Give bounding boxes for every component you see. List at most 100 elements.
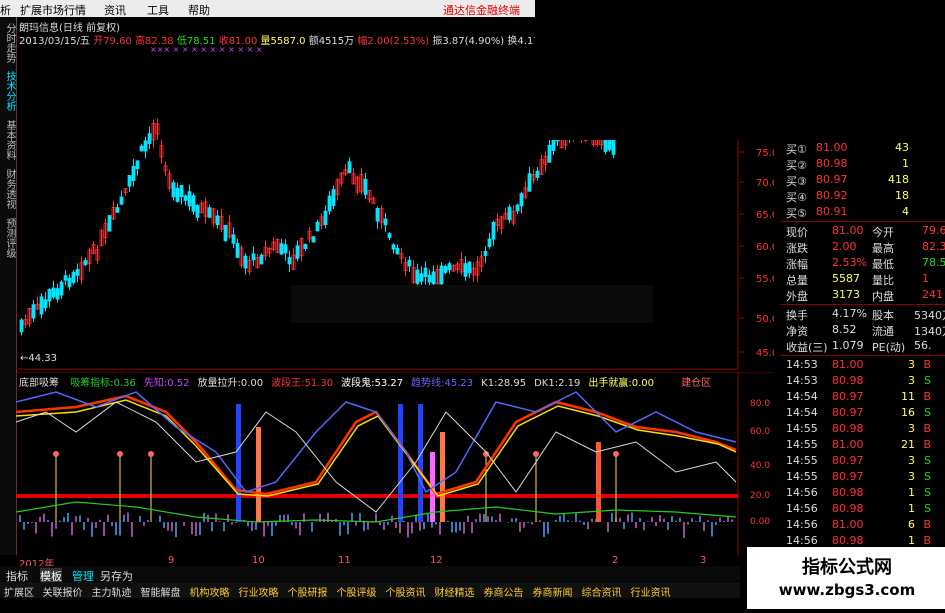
tick-price: 81.00 — [832, 438, 864, 451]
stat-label: 外盘 — [786, 290, 808, 303]
menu-item-tools[interactable]: 工具 — [147, 2, 169, 18]
indicator-axis-label: 40.0 — [750, 461, 770, 471]
bid-price: 80.98 — [816, 157, 848, 170]
tick-row: 14:55 80.98 3 B — [780, 421, 945, 437]
bid-label: 买⑤ — [786, 207, 807, 220]
tick-price: 80.98 — [832, 502, 864, 515]
tick-side: S — [924, 374, 931, 387]
tick-price: 81.00 — [832, 518, 864, 531]
signal-bar — [418, 404, 423, 522]
bottom-tab-13[interactable]: 行业资讯 — [631, 584, 671, 599]
price-axis-label: 45.00 — [756, 348, 774, 359]
fund-label-2: PE(动) — [872, 341, 906, 354]
tick-side: B — [923, 534, 931, 547]
tick-volume: 3 — [908, 358, 915, 371]
menu-item-analysis[interactable]: 析 — [0, 2, 11, 18]
month-label-12: 12 — [430, 555, 443, 566]
tick-row: 14:54 80.97 11 B — [780, 389, 945, 405]
tick-volume: 11 — [901, 390, 915, 403]
bottom-tab-12[interactable]: 综合资讯 — [582, 584, 622, 599]
tick-time: 14:55 — [786, 470, 818, 483]
threshold-line — [16, 494, 738, 498]
stat-value: 2.53% — [832, 256, 867, 269]
tick-price: 80.98 — [832, 422, 864, 435]
stat-label-2: 最低 — [872, 258, 894, 271]
stat-value-2: 79.6 — [922, 224, 945, 237]
tick-volume: 3 — [908, 422, 915, 435]
tab-technical[interactable]: 技术分析 — [1, 71, 15, 111]
bottom-tab-1[interactable]: 关联报价 — [43, 584, 83, 599]
bottom-tab-10[interactable]: 券商公告 — [484, 584, 524, 599]
tick-volume: 21 — [901, 438, 915, 451]
bottom-tab-6[interactable]: 个股研报 — [288, 584, 328, 599]
bid-qty: 418 — [888, 173, 909, 186]
tick-price: 80.98 — [832, 374, 864, 387]
fund-row: 换手 4.17% 股本 5340万 — [780, 306, 945, 322]
fund-label: 换手 — [786, 309, 808, 322]
tick-row: 14:55 81.00 21 B — [780, 437, 945, 453]
bottom-tab-9[interactable]: 财经精选 — [435, 584, 475, 599]
tab-fundamentals[interactable]: 基本资料 — [1, 120, 15, 160]
fund-value-2: 5340万 — [914, 309, 945, 322]
tick-side: B — [923, 422, 931, 435]
tick-time: 14:56 — [786, 518, 818, 531]
tick-volume: 6 — [908, 518, 915, 531]
tick-time: 14:56 — [786, 534, 818, 547]
fund-row: 净资 8.52 流通 1340万 — [780, 322, 945, 338]
bid-row: 买⑤ 80.91 4 — [780, 204, 945, 220]
bottom-tab-8[interactable]: 个股资讯 — [386, 584, 426, 599]
tab-forecast[interactable]: 预测评级 — [1, 218, 15, 258]
signal-bar — [596, 442, 601, 522]
stat-label: 总量 — [786, 274, 808, 287]
tick-row: 14:54 80.97 16 S — [780, 405, 945, 421]
tick-price: 80.97 — [832, 390, 864, 403]
tick-side: S — [924, 502, 931, 515]
marker-icon — [117, 451, 123, 457]
tick-side: S — [924, 470, 931, 483]
stat-label-2: 今开 — [872, 226, 894, 239]
tick-side: B — [923, 438, 931, 451]
divider — [780, 304, 945, 305]
menu-item-news[interactable]: 资讯 — [104, 2, 126, 18]
stat-row: 总量 5587 量比 1 — [780, 271, 945, 287]
bottom-tab-11[interactable]: 券商新闻 — [533, 584, 573, 599]
bottom-tab-4[interactable]: 机构攻略 — [190, 584, 230, 599]
fund-value: 8.52 — [832, 323, 857, 336]
tick-side: S — [924, 406, 931, 419]
menu-item-help[interactable]: 帮助 — [188, 2, 210, 18]
bottom-tab-0[interactable]: 扩展区 — [4, 584, 34, 599]
tick-side: S — [924, 454, 931, 467]
signal-bar — [398, 404, 403, 522]
stat-value: 5587 — [832, 272, 860, 285]
bottom-tab-7[interactable]: 个股评级 — [337, 584, 377, 599]
tick-volume: 1 — [908, 534, 915, 547]
stat-value: 2.00 — [832, 240, 857, 253]
bottom-tab-3[interactable]: 智能解盘 — [141, 584, 181, 599]
month-label-9: 9 — [168, 555, 175, 566]
month-label-11: 11 — [338, 555, 351, 566]
bid-row: 买① 81.00 43 — [780, 140, 945, 156]
bid-qty: 4 — [902, 205, 909, 218]
stat-row: 外盘 3173 内盘 241 — [780, 287, 945, 303]
marker-icon — [613, 451, 619, 457]
tick-time: 14:53 — [786, 374, 818, 387]
tick-volume: 3 — [908, 470, 915, 483]
bid-qty: 43 — [895, 141, 909, 154]
fund-value-2: 56. — [914, 339, 932, 352]
divider — [780, 221, 945, 222]
bottom-tab-2[interactable]: 主力轨迹 — [92, 584, 132, 599]
bid-row: 买④ 80.92 18 — [780, 188, 945, 204]
bid-price: 80.92 — [816, 189, 848, 202]
marker-icon — [53, 451, 59, 457]
menu-item-extended-market[interactable]: 扩展市场行情 — [20, 2, 86, 18]
fund-value: 4.17% — [832, 307, 867, 320]
stat-value: 3173 — [832, 288, 860, 301]
bid-qty: 1 — [902, 157, 909, 170]
indicator-chart[interactable]: 80.0 60.0 40.0 20.0 0.00 — [16, 372, 774, 556]
tab-intraday[interactable]: 分时走势 — [1, 23, 15, 63]
tab-finance[interactable]: 财务透视 — [1, 169, 15, 209]
stat-label-2: 内盘 — [872, 290, 894, 303]
stat-row: 现价 81.00 今开 79.6 — [780, 223, 945, 239]
bottom-tab-5[interactable]: 行业攻略 — [239, 584, 279, 599]
tick-time: 14:55 — [786, 438, 818, 451]
